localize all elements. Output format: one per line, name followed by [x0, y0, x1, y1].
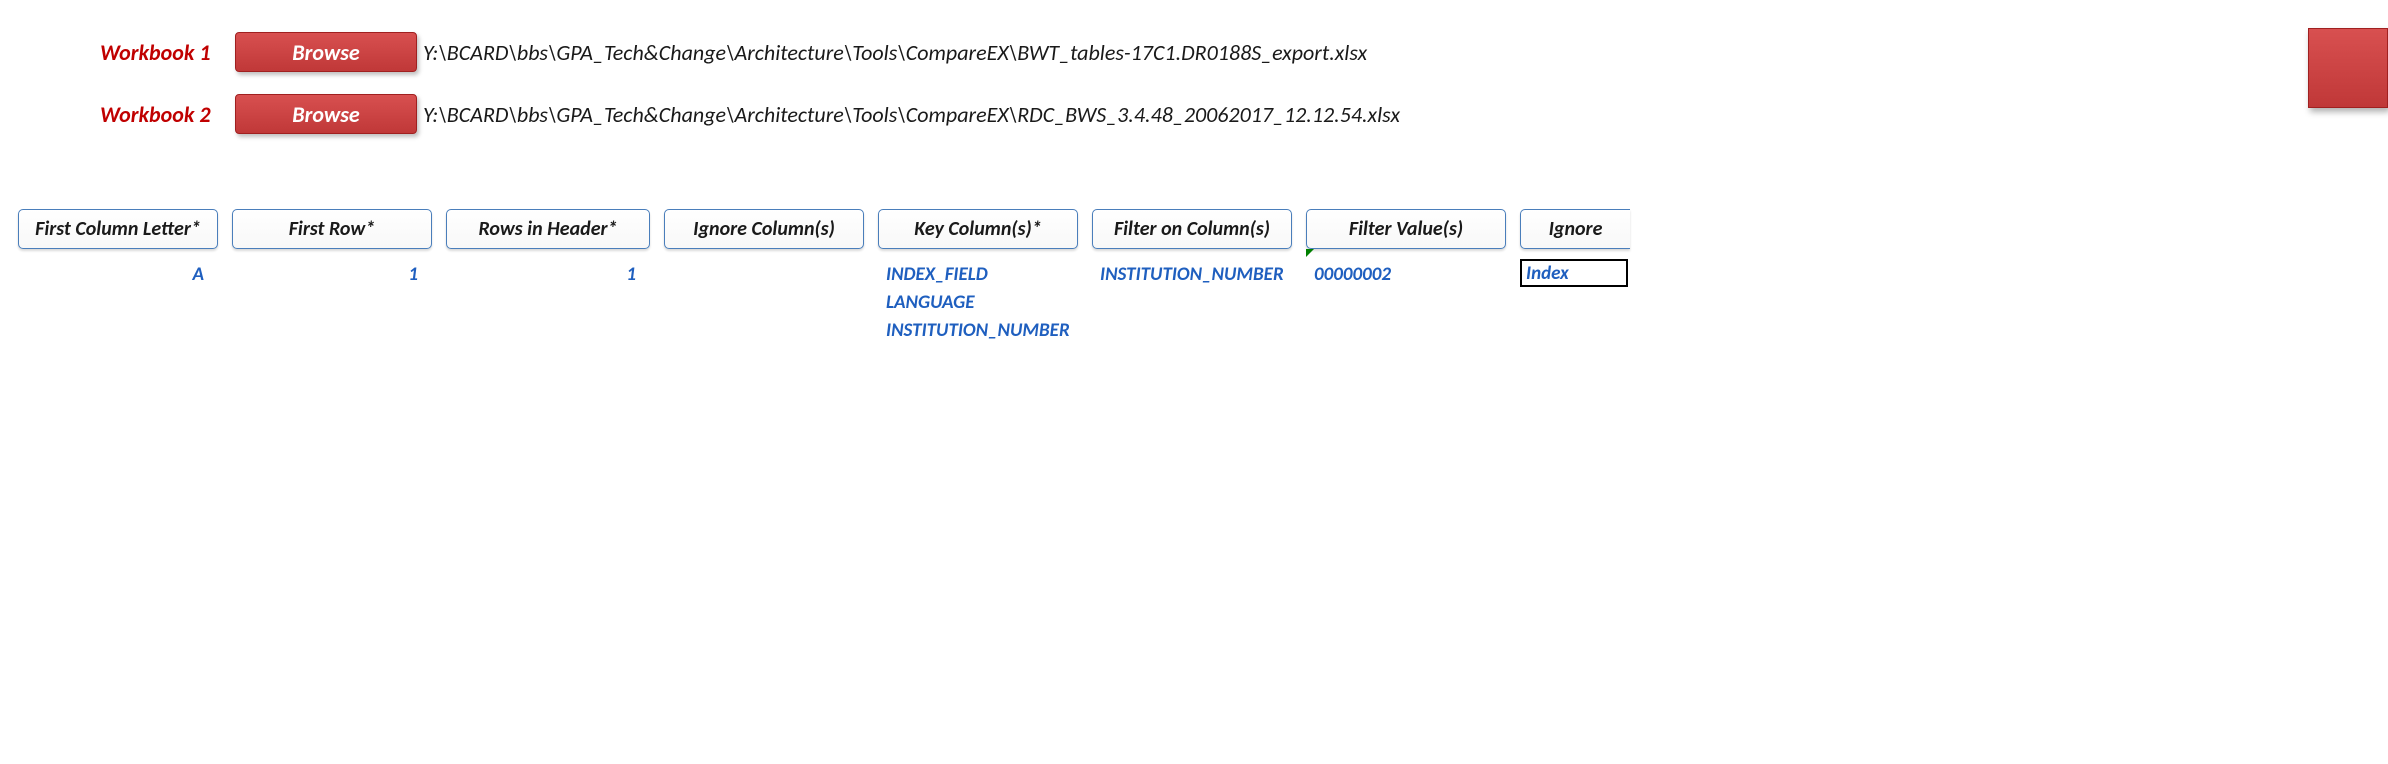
workbook-2-label: Workbook 2 [100, 101, 235, 128]
value-rows-in-header[interactable]: 1 [450, 261, 646, 289]
header-key-columns[interactable]: Key Column(s)* [878, 209, 1078, 249]
header-filter-on-columns[interactable]: Filter on Column(s) [1092, 209, 1292, 249]
workbook-2-path: Y:\BCARD\bbs\GPA_Tech&Change\Architectur… [423, 101, 1400, 128]
header-ignore-columns[interactable]: Ignore Column(s) [664, 209, 864, 249]
workbook-1-path: Y:\BCARD\bbs\GPA_Tech&Change\Architectur… [423, 39, 1367, 66]
header-filter-on-columns-label: Filter on Column(s) [1114, 217, 1270, 241]
value-key-columns-1[interactable]: LANGUAGE [882, 289, 1074, 317]
header-rows-in-header[interactable]: Rows in Header* [446, 209, 650, 249]
value-first-column-letter[interactable]: A [22, 261, 214, 289]
workbook-1-row: Workbook 1 Browse Y:\BCARD\bbs\GPA_Tech&… [100, 32, 2388, 72]
header-ignore-2-label: Ignore [1549, 217, 1603, 241]
column-ignore-2: Ignore Index [1520, 209, 1630, 287]
browse-button-2-label: Browse [292, 101, 359, 128]
column-first-row: First Row* 1 [232, 209, 432, 289]
header-filter-values[interactable]: Filter Value(s) [1306, 209, 1506, 249]
value-ignore2: Index [1526, 262, 1569, 285]
column-filter-values: Filter Value(s) 00000002 [1306, 209, 1506, 289]
header-ignore-2[interactable]: Ignore [1520, 209, 1630, 249]
value-filter-on-columns[interactable]: INSTITUTION_NUMBER [1096, 261, 1288, 289]
columns-section: First Column Letter* A First Row* 1 Rows… [0, 209, 2388, 345]
header-key-columns-label: Key Column(s)* [914, 217, 1041, 241]
column-key-columns: Key Column(s)* INDEX_FIELD LANGUAGE INST… [878, 209, 1078, 345]
workbook-section: Workbook 1 Browse Y:\BCARD\bbs\GPA_Tech&… [0, 0, 2388, 134]
value-filter-values[interactable]: 00000002 [1310, 261, 1502, 289]
value-first-row[interactable]: 1 [236, 261, 428, 289]
header-rows-in-header-label: Rows in Header* [478, 217, 617, 241]
workbook-2-row: Workbook 2 Browse Y:\BCARD\bbs\GPA_Tech&… [100, 94, 2388, 134]
column-filter-on-columns: Filter on Column(s) INSTITUTION_NUMBER [1092, 209, 1292, 289]
header-first-row-label: First Row* [289, 217, 375, 241]
column-rows-in-header: Rows in Header* 1 [446, 209, 650, 289]
browse-button-1-label: Browse [292, 39, 359, 66]
value-key-columns-2[interactable]: INSTITUTION_NUMBER [882, 317, 1074, 345]
header-first-column-letter[interactable]: First Column Letter* [18, 209, 218, 249]
value-key-columns-0[interactable]: INDEX_FIELD [882, 261, 1074, 289]
workbook-1-label: Workbook 1 [100, 39, 235, 66]
header-first-column-letter-label: First Column Letter* [35, 217, 201, 241]
header-ignore-columns-label: Ignore Column(s) [693, 217, 835, 241]
selected-cell-ignore2[interactable]: Index [1520, 259, 1628, 287]
column-ignore-columns: Ignore Column(s) [664, 209, 864, 261]
browse-button-2[interactable]: Browse [235, 94, 417, 134]
header-filter-values-label: Filter Value(s) [1349, 217, 1463, 241]
column-first-letter: First Column Letter* A [18, 209, 218, 289]
header-first-row[interactable]: First Row* [232, 209, 432, 249]
browse-button-1[interactable]: Browse [235, 32, 417, 72]
action-button[interactable] [2308, 28, 2388, 108]
